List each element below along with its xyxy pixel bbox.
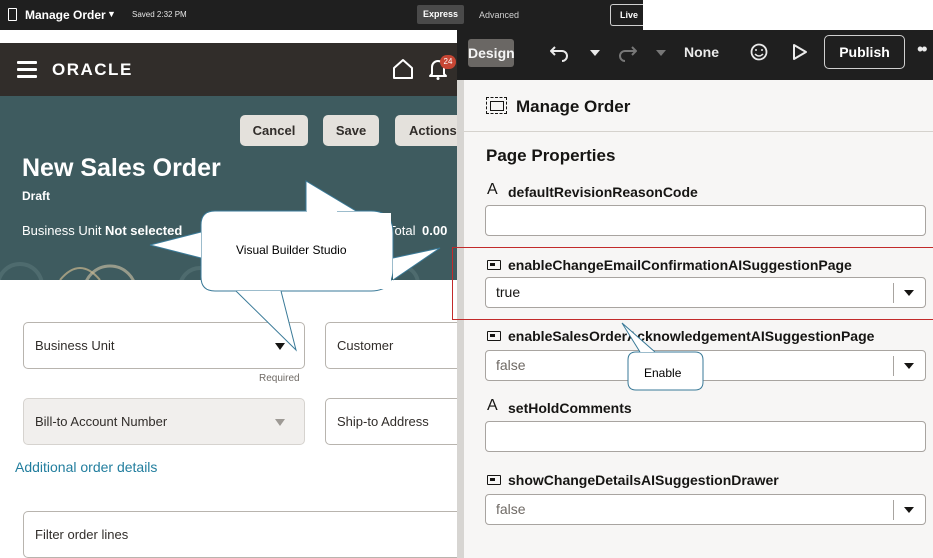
order-title: New Sales Order (22, 154, 221, 182)
chevron-down-icon (904, 363, 914, 369)
show-change-details-select[interactable]: false (485, 494, 926, 525)
vb-panel: Design None Publish •• Manage Order Page… (452, 30, 933, 558)
ship-to-field-label: Ship-to Address (337, 414, 429, 429)
divider (464, 131, 933, 132)
business-unit-value: Not selected (105, 223, 183, 238)
play-icon[interactable] (792, 43, 808, 61)
set-hold-comments-input[interactable] (485, 421, 926, 452)
property-label: showChangeDetailsAISuggestionDrawer (508, 472, 779, 488)
text-type-icon: A (487, 397, 498, 414)
total-value: 0.00 (422, 223, 448, 238)
live-button[interactable]: Live (610, 4, 643, 26)
property-label: defaultRevisionReasonCode (508, 184, 698, 200)
property-label: setHoldComments (508, 400, 632, 416)
required-hint: Required (259, 373, 300, 384)
page-frame-icon (486, 97, 507, 114)
actions-button[interactable]: Actions (395, 115, 457, 146)
chevron-down-icon[interactable]: ▼ (107, 9, 116, 19)
section-title: Page Properties (486, 146, 616, 165)
oracle-logo: ORACLE (52, 60, 133, 79)
enable-sales-order-ack-select[interactable]: false (485, 350, 926, 381)
mode-advanced-button[interactable]: Advanced (479, 10, 519, 20)
customer-field-label: Customer (337, 338, 394, 353)
default-revision-reason-input[interactable] (485, 205, 926, 236)
filter-order-lines-input[interactable]: Filter order lines (23, 511, 457, 558)
design-button[interactable]: Design (468, 39, 515, 67)
bill-to-field-label: Bill-to Account Number (35, 414, 168, 429)
total-label: Total (388, 223, 416, 238)
highlight-box (452, 247, 933, 320)
order-banner: Cancel Save Actions New Sales Order Draf… (0, 96, 457, 280)
saved-status: Saved 2:32 PM (132, 10, 187, 19)
app-preview: ORACLE 24 Cancel Save Actions New Sales … (0, 43, 457, 558)
business-unit-label: Business Unit (22, 223, 102, 238)
ship-to-address-field[interactable]: Ship-to Address (325, 398, 457, 445)
undo-icon[interactable] (550, 44, 570, 62)
customer-field[interactable]: Customer (325, 322, 457, 369)
callout-vbs-text: Visual Builder Studio (236, 243, 347, 257)
chevron-down-icon (275, 419, 285, 426)
menu-icon[interactable] (17, 61, 37, 79)
mode-express-button[interactable]: Express (417, 5, 464, 24)
additional-order-details-link[interactable]: Additional order details (15, 459, 157, 475)
app-header: ORACLE 24 (0, 43, 457, 96)
redo-menu-icon[interactable] (656, 50, 666, 56)
top-bar: Manage Order ▼ Saved 2:32 PM Express Adv… (0, 0, 643, 30)
business-unit-field-label: Business Unit (35, 338, 115, 353)
page-icon (8, 8, 17, 21)
order-status: Draft (22, 189, 51, 203)
business-unit-select[interactable]: Business Unit (23, 322, 305, 369)
more-icon[interactable]: •• (917, 39, 928, 60)
chevron-down-icon (904, 507, 914, 513)
home-icon[interactable] (392, 58, 414, 80)
bill-to-account-select[interactable]: Bill-to Account Number (23, 398, 305, 445)
publish-button[interactable]: Publish (824, 35, 905, 69)
banner-pattern (0, 262, 420, 280)
chevron-down-icon (275, 343, 285, 350)
smiley-icon[interactable] (750, 43, 768, 61)
filter-field-label: Filter order lines (35, 527, 129, 542)
redo-icon[interactable] (617, 44, 637, 62)
notification-badge: 24 (440, 55, 456, 69)
boolean-type-icon (487, 331, 501, 341)
callout-enable-text: Enable (644, 366, 682, 380)
cancel-button[interactable]: Cancel (240, 115, 308, 146)
text-type-icon: A (487, 181, 498, 198)
vb-toolbar: Design None Publish •• (457, 30, 933, 80)
page-title[interactable]: Manage Order (25, 8, 106, 22)
undo-menu-icon[interactable] (590, 50, 600, 56)
panel-title: Manage Order (516, 97, 631, 116)
boolean-type-icon (487, 475, 501, 485)
properties-panel: Manage Order Page Properties A defaultRe… (452, 80, 933, 558)
save-button[interactable]: Save (323, 115, 379, 146)
device-size-label[interactable]: None (684, 44, 719, 60)
property-label: enableSalesOrderAcknowledgementAISuggest… (508, 328, 875, 344)
